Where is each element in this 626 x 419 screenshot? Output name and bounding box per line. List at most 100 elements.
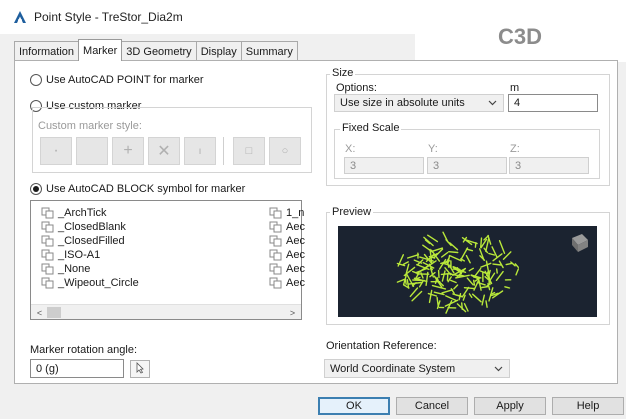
marker-tick-button[interactable]: ı xyxy=(184,137,216,165)
tree-stroke xyxy=(441,270,446,282)
scale-y-value: 3 xyxy=(433,159,440,172)
tab-display[interactable]: Display xyxy=(195,41,242,61)
title-bar: Point Style - TreStor_Dia2m xyxy=(0,0,415,34)
block-icon xyxy=(269,263,283,275)
block-icon xyxy=(269,277,283,289)
size-value: 4 xyxy=(514,97,521,109)
tree-stroke xyxy=(495,268,498,274)
tab-3d-geometry[interactable]: 3D Geometry xyxy=(121,41,197,61)
scale-z-value: 3 xyxy=(515,159,522,172)
tab-summary[interactable]: Summary xyxy=(240,41,298,61)
scale-z-input[interactable]: 3 xyxy=(509,157,589,174)
tree-stroke xyxy=(471,293,482,303)
block-icon xyxy=(41,221,55,233)
tree-stroke xyxy=(481,294,486,306)
list-item[interactable]: _Wipeout_Circle xyxy=(41,276,139,290)
tab-strip: Information Marker 3D Geometry Display S… xyxy=(14,39,298,61)
y-label: Y: xyxy=(428,143,438,155)
tree-stroke xyxy=(472,279,476,286)
list-item[interactable]: Aec xyxy=(269,248,305,262)
list-item-label: _ClosedFilled xyxy=(58,235,125,247)
use-block-label: Use AutoCAD BLOCK symbol for marker xyxy=(46,183,246,195)
cancel-button[interactable]: Cancel xyxy=(396,397,468,415)
help-label: Help xyxy=(576,400,600,412)
list-item-label: Aec xyxy=(286,263,305,275)
z-label: Z: xyxy=(510,143,520,155)
tree-stroke xyxy=(466,277,474,286)
size-value-input[interactable]: 4 xyxy=(508,94,598,112)
point-style-dialog: Point Style - TreStor_Dia2m C3D Informat… xyxy=(0,0,626,419)
list-item[interactable]: Aec xyxy=(269,262,305,276)
scroll-thumb[interactable] xyxy=(47,307,61,318)
tree-stroke xyxy=(515,268,520,276)
marker-square-button[interactable]: □ xyxy=(233,137,265,165)
orientation-dropdown[interactable]: World Coordinate System xyxy=(324,359,510,378)
tab-information[interactable]: Information xyxy=(14,41,80,61)
list-item-label: Aec xyxy=(286,235,305,247)
view-cube-icon xyxy=(572,234,588,252)
size-options-dropdown[interactable]: Use size in absolute units xyxy=(334,94,504,112)
rotation-angle-input[interactable]: 0 (g) xyxy=(30,359,124,378)
scale-y-input[interactable]: 3 xyxy=(427,157,507,174)
tree-stroke xyxy=(449,279,457,284)
tree-stroke xyxy=(442,231,449,243)
tree-stroke xyxy=(488,252,496,256)
preview-label: Preview xyxy=(330,206,374,218)
chevron-down-icon xyxy=(488,98,497,108)
use-point-label: Use AutoCAD POINT for marker xyxy=(46,74,204,86)
tree-stroke xyxy=(445,295,457,302)
rotation-label-text: Marker rotation angle: xyxy=(30,344,137,356)
list-item[interactable]: Aec xyxy=(269,276,305,290)
square-icon: □ xyxy=(245,145,253,157)
block-list[interactable]: _ArchTick _ClosedBlank _ClosedFilled _IS… xyxy=(30,200,305,320)
block-icon xyxy=(269,249,283,261)
tree-stroke xyxy=(422,244,434,253)
tree-stroke xyxy=(428,289,433,304)
scroll-right-icon[interactable]: > xyxy=(285,306,300,319)
block-icon xyxy=(269,221,283,233)
use-block-radio[interactable]: Use AutoCAD BLOCK symbol for marker xyxy=(30,183,245,195)
list-item[interactable]: _ClosedFilled xyxy=(41,234,125,248)
unit-label: m xyxy=(510,82,519,94)
help-button[interactable]: Help xyxy=(552,397,624,415)
list-item[interactable]: _ISO-A1 xyxy=(41,248,100,262)
radio-button-checked[interactable] xyxy=(30,183,42,195)
autocad-app-icon xyxy=(12,9,28,25)
tree-stroke xyxy=(465,254,471,264)
horizontal-scrollbar[interactable]: < > xyxy=(31,304,301,319)
ok-button[interactable]: OK xyxy=(318,397,390,415)
marker-circle-button[interactable]: ○ xyxy=(269,137,301,165)
x-label: X: xyxy=(345,143,355,155)
tab-marker[interactable]: Marker xyxy=(78,39,123,61)
marker-plus-button[interactable]: + xyxy=(112,137,144,165)
block-icon xyxy=(41,249,55,261)
list-item[interactable]: _ClosedBlank xyxy=(41,220,126,234)
list-item-label: 1_n xyxy=(286,207,305,219)
scale-x-input[interactable]: 3 xyxy=(344,157,424,174)
scroll-left-icon[interactable]: < xyxy=(32,306,47,319)
tab-label: Summary xyxy=(245,45,293,58)
fixed-scale-label: Fixed Scale xyxy=(340,122,402,134)
list-item[interactable]: Aec xyxy=(269,234,305,248)
orientation-value: World Coordinate System xyxy=(330,362,456,375)
cancel-label: Cancel xyxy=(414,400,450,412)
list-item[interactable]: _ArchTick xyxy=(41,206,107,220)
list-item[interactable]: 1_n xyxy=(269,206,304,220)
tree-stroke xyxy=(453,284,459,290)
tree-stroke xyxy=(492,263,502,266)
tree-stroke xyxy=(426,234,439,243)
marker-x-button[interactable]: ✕ xyxy=(148,137,180,165)
list-item[interactable]: _None xyxy=(41,262,90,276)
preview-canvas xyxy=(338,226,597,317)
marker-dot-button[interactable]: · xyxy=(40,137,72,165)
tree-stroke xyxy=(463,302,469,312)
tab-label: Information xyxy=(19,45,75,58)
marker-blank-button[interactable] xyxy=(76,137,108,165)
use-point-radio[interactable]: Use AutoCAD POINT for marker xyxy=(30,74,204,86)
radio-button[interactable] xyxy=(30,74,42,86)
tree-stroke xyxy=(440,251,449,258)
apply-button[interactable]: Apply xyxy=(474,397,546,415)
pick-rotation-button[interactable] xyxy=(130,360,150,378)
list-item[interactable]: Aec xyxy=(269,220,305,234)
x-icon: ✕ xyxy=(157,143,171,160)
